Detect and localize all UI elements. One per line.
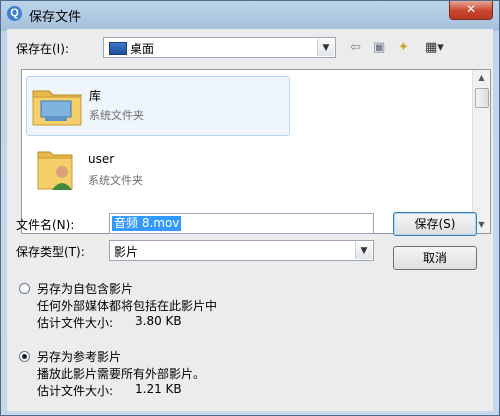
window-title: 保存文件 <box>29 10 82 25</box>
dialog-body: 保存在(I): 桌面 ▼ ⇦ ▣ ✦ ▦▾ 库 系统文件夹 user 系统文件夹… <box>7 29 493 411</box>
item-name: user <box>88 152 115 166</box>
cancel-button[interactable]: 取消 <box>393 246 477 270</box>
desktop-icon <box>109 42 127 55</box>
view-menu-icon[interactable]: ▦▾ <box>425 40 444 55</box>
up-folder-icon[interactable]: ▣ <box>373 40 385 55</box>
item-type: 系统文件夹 <box>88 174 143 187</box>
reference-movie-desc: 播放此影片需要所有外部影片。 <box>37 367 206 381</box>
item-name: 库 <box>89 89 102 103</box>
filetype-label: 保存类型(T): <box>16 245 85 259</box>
location-label: 保存在(I): <box>16 42 69 56</box>
chevron-down-icon[interactable]: ▼ <box>355 242 372 259</box>
reference-movie-size-label: 估计文件大小: <box>37 384 114 398</box>
self-contained-size-value: 3.80 KB <box>135 314 182 328</box>
reference-movie-radio[interactable] <box>19 351 30 362</box>
vertical-scrollbar[interactable]: ▲ ▼ <box>472 70 490 233</box>
save-button[interactable]: 保存(S) <box>393 212 477 236</box>
user-folder-icon <box>37 151 73 190</box>
save-file-dialog: Q 保存文件 ✕ 保存在(I): 桌面 ▼ ⇦ ▣ ✦ ▦▾ 库 系统文件夹 u… <box>0 0 500 416</box>
scroll-up-icon[interactable]: ▲ <box>473 70 490 86</box>
scroll-thumb[interactable] <box>475 88 489 108</box>
reference-movie-label[interactable]: 另存为参考影片 <box>37 348 121 365</box>
app-icon: Q <box>7 6 22 21</box>
radio-selected-dot <box>22 354 27 359</box>
back-icon[interactable]: ⇦ <box>350 40 361 55</box>
title-bar[interactable]: Q 保存文件 ✕ <box>1 1 499 27</box>
list-item[interactable]: 库 系统文件夹 <box>26 76 290 136</box>
file-list[interactable]: 库 系统文件夹 user 系统文件夹 ▲ ▼ <box>21 69 491 234</box>
close-button[interactable]: ✕ <box>449 1 493 20</box>
self-contained-radio[interactable] <box>19 283 30 294</box>
self-contained-desc: 任何外部媒体都将包括在此影片中 <box>37 299 218 313</box>
filename-value: 音频 8.mov <box>112 216 182 231</box>
item-type: 系统文件夹 <box>89 109 144 122</box>
filetype-value: 影片 <box>114 245 139 259</box>
new-folder-icon[interactable]: ✦ <box>398 40 409 55</box>
filetype-dropdown[interactable]: 影片 ▼ <box>109 240 374 261</box>
filename-label: 文件名(N): <box>16 218 75 232</box>
library-folder-icon <box>32 90 82 126</box>
self-contained-label[interactable]: 另存为自包含影片 <box>37 280 133 297</box>
filename-input[interactable]: 音频 8.mov <box>109 213 374 234</box>
reference-movie-size-value: 1.21 KB <box>135 382 182 396</box>
self-contained-size-label: 估计文件大小: <box>37 316 114 330</box>
location-dropdown[interactable]: 桌面 ▼ <box>103 37 336 58</box>
list-item[interactable]: user 系统文件夹 <box>26 140 290 200</box>
location-value: 桌面 <box>130 42 155 56</box>
chevron-down-icon[interactable]: ▼ <box>317 39 334 56</box>
